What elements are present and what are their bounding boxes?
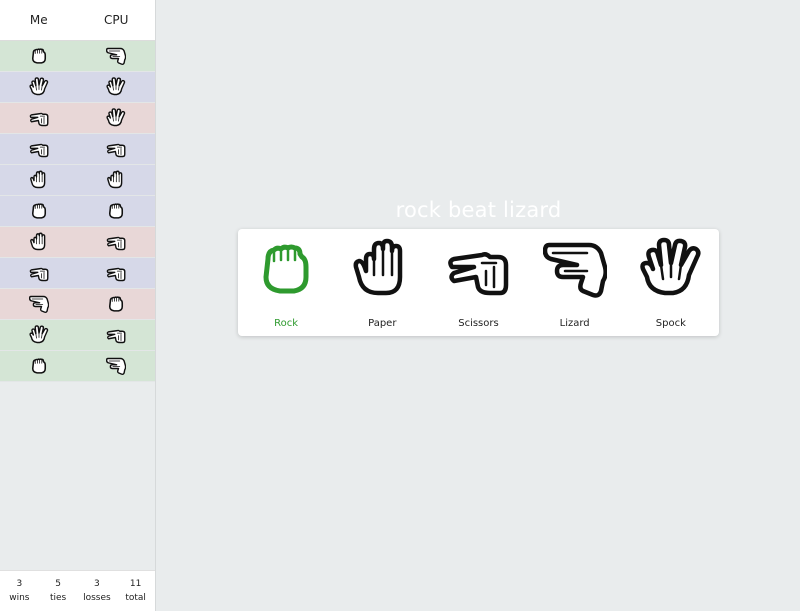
choice-paper[interactable]: Paper [337, 229, 427, 329]
spock-icon [29, 77, 49, 97]
me-move-cell [0, 320, 78, 350]
ties-label: ties [49, 593, 67, 603]
history-row [0, 258, 155, 289]
paper-icon [29, 170, 49, 190]
cpu-move-cell [78, 72, 156, 102]
me-move-cell [0, 134, 78, 164]
rock-icon [254, 237, 318, 301]
rock-icon [29, 356, 49, 376]
me-move-cell [0, 165, 78, 195]
me-move-cell [0, 351, 78, 381]
rock-icon [29, 201, 49, 221]
cpu-move-cell [78, 41, 156, 71]
wins-count: 3 [16, 579, 23, 589]
spock-icon [639, 237, 703, 301]
wins-label: wins [9, 593, 30, 603]
me-move-cell [0, 227, 78, 257]
choice-scissors[interactable]: Scissors [433, 229, 523, 329]
me-move-cell [0, 72, 78, 102]
cpu-move-cell [78, 289, 156, 319]
history-row [0, 320, 155, 351]
choice-label: Paper [368, 318, 397, 329]
rock-icon [106, 201, 126, 221]
total-count: 11 [129, 579, 142, 589]
lizard-icon [106, 356, 126, 376]
choice-rock[interactable]: Rock [241, 229, 331, 329]
cpu-move-cell [78, 103, 156, 133]
scissors-icon [106, 263, 126, 283]
scissors-icon [446, 237, 510, 301]
history-row [0, 41, 155, 72]
choice-label: Spock [655, 318, 686, 329]
losses-count: 3 [94, 579, 100, 589]
paper-icon [29, 232, 49, 252]
lizard-icon [29, 294, 49, 314]
ties-stat: 5 ties [39, 571, 78, 611]
history-row [0, 165, 155, 196]
paper-icon [350, 237, 414, 301]
cpu-move-cell [78, 134, 156, 164]
choice-label: Rock [274, 318, 299, 329]
cpu-move-cell [78, 196, 156, 226]
result-message: rock beat lizard [395, 198, 562, 222]
me-move-cell [0, 41, 78, 71]
choice-spock[interactable]: Spock [626, 229, 716, 329]
scissors-icon [29, 263, 49, 283]
scissors-icon [106, 232, 126, 252]
losses-label: losses [83, 593, 111, 603]
choice-label: Scissors [458, 318, 499, 329]
spock-icon [29, 325, 49, 345]
history-row [0, 351, 155, 382]
lizard-icon [106, 46, 126, 66]
history-list [0, 41, 155, 382]
cpu-move-cell [78, 165, 156, 195]
choice-lizard[interactable]: Lizard [530, 229, 620, 329]
ties-count: 5 [55, 579, 61, 589]
losses-stat: 3 losses [78, 571, 117, 611]
me-move-cell [0, 258, 78, 288]
scissors-icon [106, 325, 126, 345]
history-row [0, 103, 155, 134]
spock-icon [106, 108, 126, 128]
lizard-icon [543, 237, 607, 301]
stats-bar: 3 wins 5 ties 3 losses 11 total [0, 570, 155, 611]
history-row [0, 289, 155, 320]
scissors-icon [29, 139, 49, 159]
cpu-move-cell [78, 320, 156, 350]
choice-panel: Rock Paper Scissors Lizard Spock [238, 229, 719, 336]
scissors-icon [29, 108, 49, 128]
cpu-move-cell [78, 258, 156, 288]
total-stat: 11 total [116, 571, 155, 611]
total-label: total [125, 593, 146, 603]
history-header: Me CPU [0, 0, 155, 41]
history-sidebar: Me CPU 3 wins 5 ties 3 losses 11 total [0, 0, 156, 611]
paper-icon [106, 170, 126, 190]
me-move-cell [0, 289, 78, 319]
scissors-icon [106, 139, 126, 159]
history-row [0, 196, 155, 227]
me-move-cell [0, 103, 78, 133]
spock-icon [106, 77, 126, 97]
history-row [0, 134, 155, 165]
rock-icon [29, 46, 49, 66]
wins-stat: 3 wins [0, 571, 39, 611]
rock-icon [106, 294, 126, 314]
cpu-column-header: CPU [104, 13, 129, 27]
cpu-move-cell [78, 227, 156, 257]
history-row [0, 72, 155, 103]
cpu-move-cell [78, 351, 156, 381]
choice-label: Lizard [559, 318, 590, 329]
history-row [0, 227, 155, 258]
me-column-header: Me [29, 13, 48, 27]
me-move-cell [0, 196, 78, 226]
